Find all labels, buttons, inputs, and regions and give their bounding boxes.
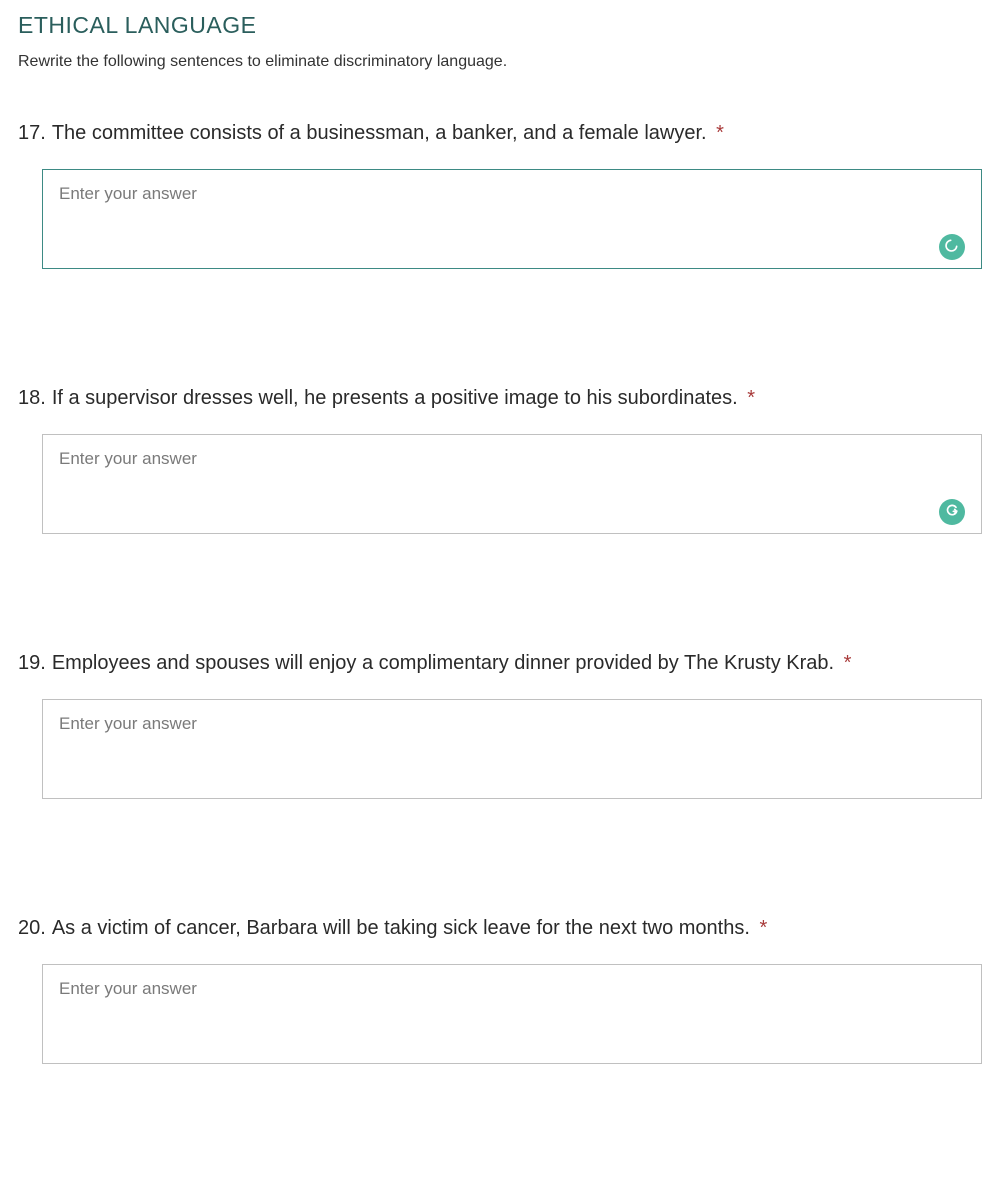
question-text: If a supervisor dresses well, he present… xyxy=(52,384,755,412)
question-number: 17. xyxy=(18,119,46,147)
question-text-content: Employees and spouses will enjoy a compl… xyxy=(52,652,840,674)
question-row: 18. If a supervisor dresses well, he pre… xyxy=(18,384,979,412)
answer-container xyxy=(42,699,979,804)
question-text-content: The committee consists of a businessman,… xyxy=(52,122,707,144)
answer-input[interactable] xyxy=(42,434,982,534)
grammarly-g-icon xyxy=(944,502,960,523)
question-text-content: As a victim of cancer, Barbara will be t… xyxy=(52,917,750,939)
question-text-content: If a supervisor dresses well, he present… xyxy=(52,387,738,409)
question-block: 19. Employees and spouses will enjoy a c… xyxy=(18,649,979,804)
answer-input[interactable] xyxy=(42,964,982,1064)
grammarly-badge[interactable] xyxy=(939,499,965,525)
question-text: Employees and spouses will enjoy a compl… xyxy=(52,649,852,677)
section-heading: ETHICAL LANGUAGE xyxy=(18,12,979,39)
required-mark: * xyxy=(747,387,755,409)
answer-input[interactable] xyxy=(42,169,982,269)
grammarly-badge[interactable] xyxy=(939,234,965,260)
answer-input[interactable] xyxy=(42,699,982,799)
question-number: 18. xyxy=(18,384,46,412)
question-row: 17. The committee consists of a business… xyxy=(18,119,979,147)
question-number: 19. xyxy=(18,649,46,677)
question-block: 17. The committee consists of a business… xyxy=(18,119,979,274)
required-mark: * xyxy=(716,122,724,144)
answer-container xyxy=(42,964,979,1069)
question-text: As a victim of cancer, Barbara will be t… xyxy=(52,914,767,942)
question-number: 20. xyxy=(18,914,46,942)
question-text: The committee consists of a businessman,… xyxy=(52,119,724,147)
answer-container xyxy=(42,169,979,274)
required-mark: * xyxy=(844,652,852,674)
question-row: 19. Employees and spouses will enjoy a c… xyxy=(18,649,979,677)
section-description: Rewrite the following sentences to elimi… xyxy=(18,53,979,71)
moon-icon xyxy=(944,237,960,258)
question-block: 18. If a supervisor dresses well, he pre… xyxy=(18,384,979,539)
question-block: 20. As a victim of cancer, Barbara will … xyxy=(18,914,979,1069)
question-row: 20. As a victim of cancer, Barbara will … xyxy=(18,914,979,942)
required-mark: * xyxy=(759,917,767,939)
answer-container xyxy=(42,434,979,539)
